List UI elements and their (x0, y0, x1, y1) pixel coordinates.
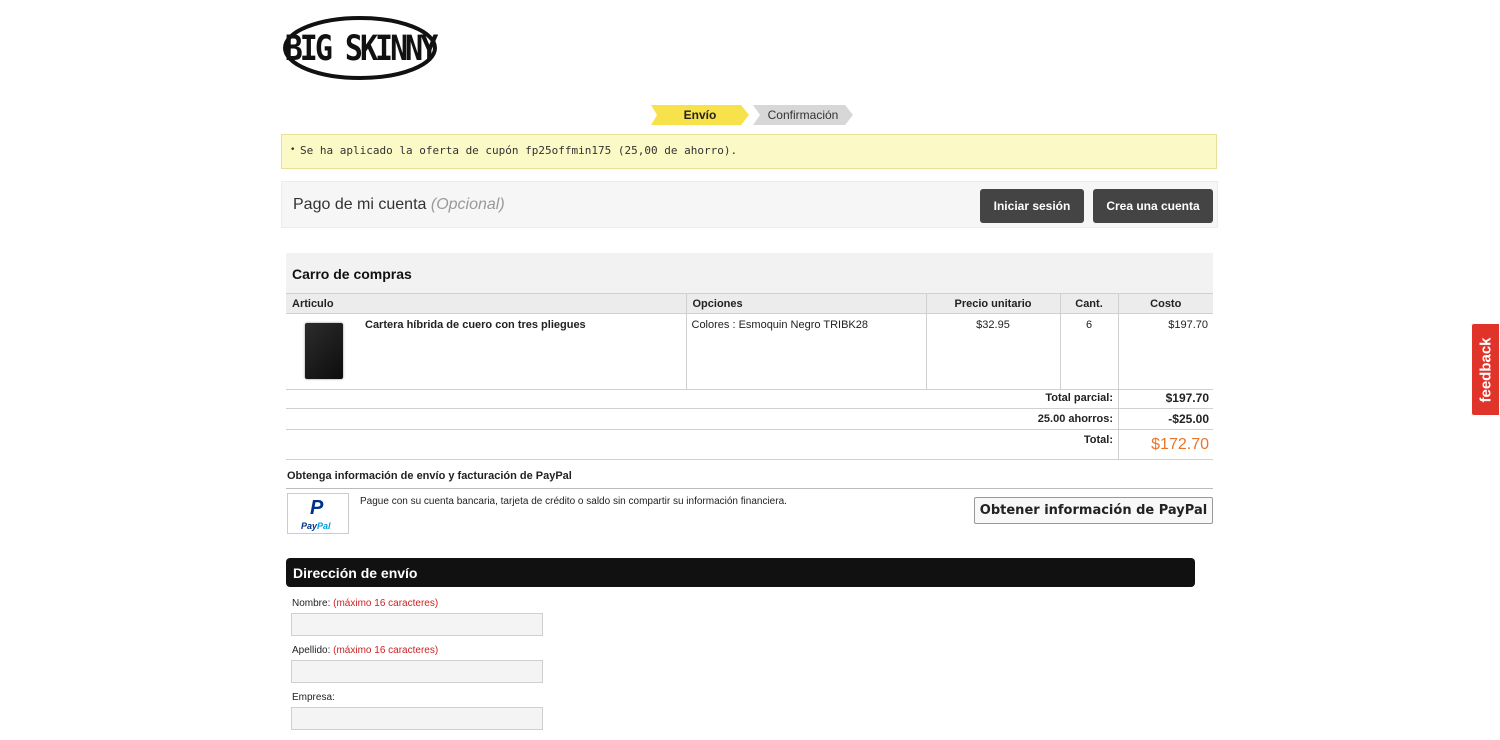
summary-divider (1118, 430, 1119, 459)
first-name-hint: (máximo 16 caracteres) (333, 598, 439, 609)
paypal-word-pal: Pal (317, 521, 331, 531)
feedback-tab[interactable]: feedback (1471, 323, 1500, 416)
total-label: Total: (1083, 434, 1113, 446)
shipping-section-title: Dirección de envío (293, 565, 418, 581)
company-input[interactable] (291, 707, 543, 730)
create-account-button[interactable]: Crea una cuenta (1093, 189, 1213, 223)
first-name-input[interactable] (291, 613, 543, 636)
column-header-options: Opciones (685, 293, 926, 314)
summary-divider (1118, 388, 1119, 408)
subtotal-value: $197.70 (1165, 391, 1209, 405)
table-row: Cartera híbrida de cuero con tres pliegu… (286, 313, 1213, 390)
account-panel-title: Pago de mi cuenta (Opcional) (293, 196, 505, 214)
last-name-hint: (máximo 16 caracteres) (333, 645, 439, 656)
savings-row: 25.00 ahorros: -$25.00 (286, 409, 1213, 430)
brand-logo[interactable]: BIG SKINNY (282, 14, 438, 82)
last-name-label-text: Apellido: (292, 645, 331, 656)
product-cost: $197.70 (1117, 313, 1213, 390)
subtotal-row: Total parcial: $197.70 (286, 388, 1213, 409)
product-thumbnail[interactable] (305, 323, 343, 379)
paypal-p-icon: P (310, 497, 324, 519)
last-name-input[interactable] (291, 660, 543, 683)
first-name-label-text: Nombre: (292, 598, 331, 609)
company-label: Empresa: (292, 692, 335, 703)
total-value: $172.70 (1151, 436, 1209, 453)
paypal-description: Pague con su cuenta bancaria, tarjeta de… (360, 496, 787, 507)
feedback-label: feedback (1477, 336, 1494, 403)
coupon-notice: Se ha aplicado la oferta de cupón fp25of… (281, 134, 1217, 169)
step-shipping: Envío (651, 105, 749, 125)
cart-item-cell: Cartera híbrida de cuero con tres pliegu… (286, 313, 686, 390)
brand-logo-text: BIG SKINNY (285, 28, 438, 69)
product-unit-price: $32.95 (925, 313, 1060, 390)
account-title-text: Pago de mi cuenta (293, 196, 427, 213)
savings-value: -$25.00 (1168, 412, 1209, 426)
summary-divider (1118, 409, 1119, 429)
login-button[interactable]: Iniciar sesión (980, 189, 1084, 223)
column-header-qty: Cant. (1059, 293, 1118, 314)
cart-header: Carro de compras (286, 253, 1213, 293)
product-qty: 6 (1059, 313, 1118, 390)
paypal-logo: P PayPal (287, 493, 349, 534)
product-name[interactable]: Cartera híbrida de cuero con tres pliegu… (365, 319, 681, 331)
paypal-divider (286, 488, 1213, 489)
shipping-section-header: Dirección de envío (286, 558, 1195, 587)
first-name-label: Nombre: (máximo 16 caracteres) (292, 598, 438, 609)
cart-title: Carro de compras (292, 266, 412, 282)
account-panel: Pago de mi cuenta (Opcional) Iniciar ses… (281, 181, 1218, 228)
last-name-label: Apellido: (máximo 16 caracteres) (292, 645, 438, 656)
paypal-section-title: Obtenga información de envío y facturaci… (287, 470, 572, 482)
coupon-notice-text: Se ha aplicado la oferta de cupón fp25of… (290, 144, 737, 157)
paypal-wordmark: PayPal (301, 521, 331, 531)
column-header-unit-price: Precio unitario (925, 293, 1060, 314)
account-optional-text: (Opcional) (430, 196, 505, 213)
cart-table-header: Articulo Opciones Precio unitario Cant. … (286, 293, 1213, 314)
savings-label: 25.00 ahorros: (1037, 413, 1113, 425)
cart-table: Articulo Opciones Precio unitario Cant. … (286, 293, 1213, 390)
step-confirmation: Confirmación (753, 105, 853, 125)
company-label-text: Empresa: (292, 692, 335, 703)
subtotal-label: Total parcial: (1045, 392, 1113, 404)
column-header-item: Articulo (286, 293, 686, 314)
paypal-word-pay: Pay (301, 521, 318, 531)
product-options: Colores : Esmoquin Negro TRIBK28 (685, 313, 926, 390)
paypal-info-button[interactable]: Obtener información de PayPal (974, 497, 1213, 524)
total-row: Total: $172.70 (286, 430, 1213, 460)
column-header-cost: Costo (1117, 293, 1213, 314)
